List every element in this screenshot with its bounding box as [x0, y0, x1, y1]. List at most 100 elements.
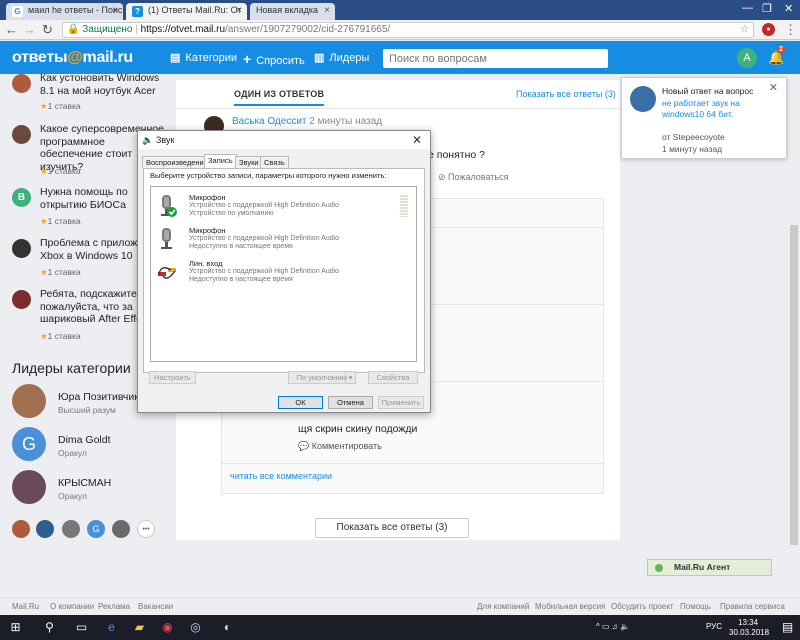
bell-icon[interactable]: 🔔 2 — [768, 46, 785, 66]
url-path: /answer/1907279002/cid-276791665/ — [225, 24, 391, 35]
nav-leaders[interactable]: ▥ Лидеры — [314, 51, 369, 64]
notification-count: 2 — [777, 46, 785, 53]
lock-icon: 🔒 — [67, 24, 80, 35]
avatar[interactable] — [112, 520, 130, 538]
avatar[interactable] — [36, 520, 54, 538]
block-icon: ⊘ — [438, 172, 449, 182]
chrome-icon[interactable]: ◉ — [160, 620, 175, 635]
footer-link[interactable]: Правила сервиса — [720, 602, 785, 611]
tab-sounds[interactable]: Звуки — [235, 156, 263, 168]
tab-recording[interactable]: Запись — [204, 154, 237, 169]
device-item[interactable]: Микрофон Устройство с поддержкой High De… — [151, 223, 416, 255]
footer-link[interactable]: Вакансии — [138, 602, 173, 611]
footer-link[interactable]: Для компаний — [477, 602, 529, 611]
apply-button[interactable]: Применить — [378, 396, 424, 409]
device-status: Недоступно в настоящее время — [189, 276, 293, 283]
edge-icon[interactable]: e — [104, 620, 119, 635]
footer-link[interactable]: Mail.Ru — [12, 602, 39, 611]
device-item[interactable]: Микрофон Устройство с поддержкой High De… — [151, 190, 416, 222]
close-icon[interactable]: ✕ — [412, 131, 422, 149]
avatar[interactable] — [62, 520, 80, 538]
nav-categories[interactable]: ▤ Категории — [170, 51, 237, 64]
app-icon[interactable]: ◐ — [220, 620, 235, 635]
device-status: Устройство по умолчанию — [189, 210, 274, 217]
question-text[interactable]: Как устоновить Windows 8.1 на мой ноутбу… — [40, 72, 170, 97]
avatar — [12, 125, 31, 144]
language-indicator[interactable]: РУС — [706, 622, 722, 631]
notification-popup[interactable]: ✕ Новый ответ на вопрос не работает звук… — [621, 77, 787, 159]
star-icon: ★ — [40, 166, 48, 176]
tab-communications[interactable]: Связь — [260, 156, 289, 168]
close-icon[interactable]: × — [112, 5, 118, 16]
close-icon[interactable]: × — [324, 5, 330, 16]
notifications-icon[interactable]: ▤ — [780, 620, 795, 635]
answer-text: е понятно ? — [428, 149, 485, 161]
tray-icons[interactable]: ^ ▭ ♫ 🔈 — [596, 622, 630, 631]
clock-date[interactable]: 30.03.2018 — [729, 628, 769, 637]
maximize-icon[interactable]: ❐ — [762, 2, 772, 15]
reload-icon[interactable]: ↻ — [42, 22, 53, 38]
close-icon[interactable]: ✕ — [769, 81, 778, 94]
set-default-button[interactable]: По умолчанию ▾ — [288, 371, 356, 384]
file-explorer-icon[interactable]: ▰ — [132, 620, 147, 635]
forward-icon[interactable]: → — [23, 22, 36, 38]
leader-name[interactable]: Юра Позитивчик — [58, 391, 139, 403]
menu-dots-icon[interactable]: ⋮ — [784, 22, 797, 38]
bet-count: ★1 ставка — [40, 166, 81, 176]
leader-name[interactable]: Dima Goldt — [58, 434, 111, 446]
bookmark-star-icon[interactable]: ☆ — [740, 23, 749, 37]
show-all-answers-button[interactable]: Показать все ответы (3) — [315, 518, 469, 538]
avatar[interactable]: G — [87, 520, 105, 538]
tab-playback[interactable]: Воспроизведение — [142, 156, 212, 168]
more-leaders-button[interactable]: ••• — [137, 520, 155, 538]
site-logo[interactable]: ответы@mail.ru — [12, 49, 133, 67]
configure-button[interactable]: Настроить — [149, 371, 196, 384]
tab-label: Новая вкладка — [256, 5, 319, 15]
notification-question-link[interactable]: не работает звук на windows10 64 бит. — [662, 98, 772, 120]
answer-author[interactable]: Васька Одессит — [232, 116, 307, 127]
ok-button[interactable]: ОК — [278, 396, 323, 409]
leader-name[interactable]: КРЫСМАН — [58, 477, 111, 489]
close-icon[interactable]: × — [236, 5, 242, 16]
mailru-agent-button[interactable]: Mail.Ru Агент — [647, 559, 772, 576]
task-view-icon[interactable]: ▭ — [74, 620, 89, 635]
line-in-cable-icon — [158, 267, 176, 279]
windows-start-icon[interactable]: ⊞ — [8, 620, 23, 635]
search-icon[interactable]: ⚲ — [42, 620, 57, 635]
read-all-comments-link[interactable]: читать все комментарии — [230, 471, 332, 481]
nav-label: Лидеры — [329, 52, 370, 64]
footer-link[interactable]: О компании — [50, 602, 94, 611]
avatar — [12, 290, 31, 309]
address-bar[interactable]: 🔒 Защищено | https://otvet.mail.ru/answe… — [62, 22, 754, 38]
complain-link[interactable]: ⊘ Пожаловаться — [438, 172, 508, 183]
search-input[interactable] — [383, 49, 608, 68]
window-close-icon[interactable]: ✕ — [784, 2, 793, 15]
back-icon[interactable]: ← — [5, 22, 18, 38]
dialog-titlebar[interactable]: 🔈 Звук ✕ — [138, 131, 430, 149]
browser-tab-new[interactable]: Новая вкладка × — [250, 3, 335, 20]
browser-tab-otvet[interactable]: ? (1) Ответы Mail.Ru: От × — [126, 3, 247, 20]
clock-time[interactable]: 13:34 — [738, 618, 758, 627]
footer-link[interactable]: Помощь — [680, 602, 711, 611]
avatar[interactable] — [12, 520, 30, 538]
device-description: Устройство с поддержкой High Definition … — [189, 235, 340, 242]
steam-icon[interactable]: ◎ — [188, 620, 203, 635]
user-avatar[interactable]: A — [737, 48, 757, 68]
footer-link[interactable]: Мобильная версия — [535, 602, 605, 611]
browser-tab-google[interactable]: G мaил he ответы - Поиск × — [6, 3, 123, 20]
footer-link[interactable]: Реклама — [98, 602, 130, 611]
chevron-down-icon[interactable]: ▾ — [345, 372, 355, 383]
device-item[interactable]: Лин. вход Устройство с поддержкой High D… — [151, 256, 416, 288]
footer-link[interactable]: Обсудить проект — [611, 602, 674, 611]
minimize-icon[interactable]: — — [742, 2, 753, 14]
page-scrollbar[interactable] — [790, 225, 798, 545]
notification-time: 1 минуту назад — [662, 144, 723, 154]
speaker-icon: 🔈 — [142, 135, 154, 145]
nav-ask[interactable]: + Спросить — [243, 51, 305, 67]
properties-button[interactable]: Свойства — [368, 371, 418, 384]
extension-icon[interactable]: ● — [762, 23, 775, 36]
cancel-button[interactable]: Отмена — [328, 396, 373, 409]
show-all-answers-link[interactable]: Показать все ответы (3) — [516, 89, 616, 99]
comment-button[interactable]: 💬 Комментировать — [298, 441, 382, 452]
answer-meta: Васька Одессит 2 минуты назад — [232, 116, 382, 127]
